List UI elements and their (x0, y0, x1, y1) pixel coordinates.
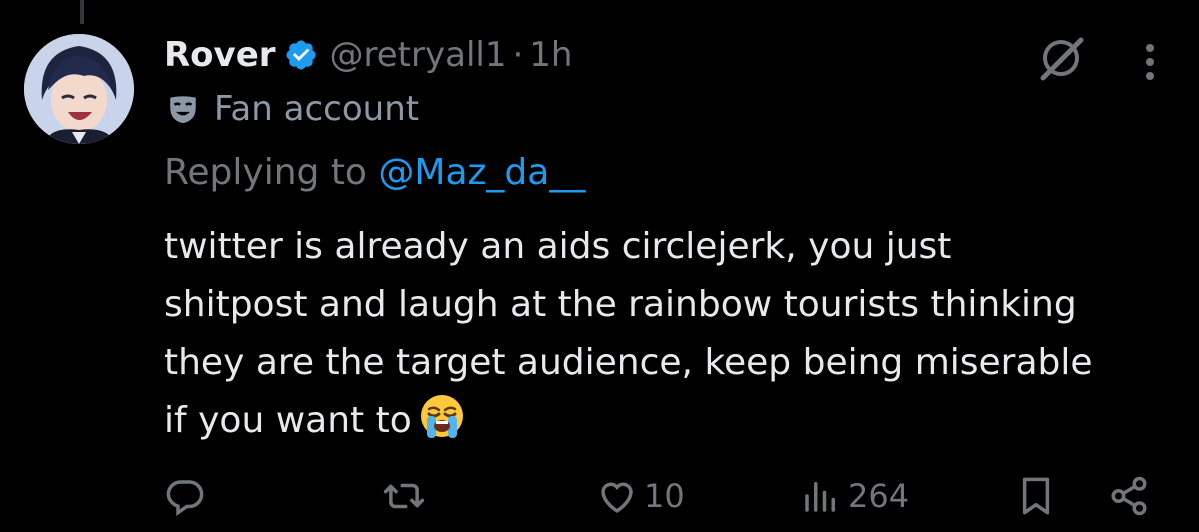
mask-icon (170, 96, 196, 124)
retweet-icon (383, 483, 425, 509)
account-label: Fan account (166, 84, 419, 134)
crying-emoji-icon (420, 395, 463, 438)
reply-button[interactable] (164, 464, 212, 528)
retweet-button[interactable] (383, 464, 431, 528)
share-icon (1111, 476, 1147, 516)
avatar[interactable] (24, 34, 134, 144)
grok-icon[interactable] (1035, 32, 1087, 84)
separator-dot: · (512, 35, 524, 75)
views-button[interactable]: 264 (800, 464, 909, 528)
timestamp[interactable]: 1h (529, 35, 572, 75)
tweet-text-line: if you want to (164, 400, 412, 441)
tweet-text: twitter is already an aids circlejerk, y… (164, 218, 1184, 450)
like-button[interactable]: 10 (596, 464, 685, 528)
tweet-text-line-last: if you want to (164, 392, 1184, 450)
bookmark-button[interactable] (1015, 464, 1057, 528)
tweet-text-line: shitpost and laugh at the rainbow touris… (164, 284, 1077, 325)
tweet-text-line: they are the target audience, keep being… (164, 342, 1093, 383)
thread-line (80, 0, 84, 24)
views-icon (805, 482, 835, 512)
user-handle[interactable]: @retryall1 (330, 35, 507, 75)
tweet-text-line: twitter is already an aids circlejerk, y… (164, 226, 952, 267)
action-bar: 10 264 (0, 464, 1199, 528)
reply-icon (166, 480, 204, 516)
replying-to-prefix: Replying to (164, 152, 379, 193)
bookmark-icon (1022, 477, 1050, 515)
replying-to: Replying to @Maz_da__ (164, 152, 585, 193)
display-name[interactable]: Rover (164, 35, 276, 75)
views-count: 264 (848, 477, 910, 515)
label-text: Fan account (214, 89, 420, 129)
tweet-header: Rover @retryall1 · 1h (164, 30, 572, 80)
like-icon (601, 482, 633, 513)
reply-mention-link[interactable]: @Maz_da__ (378, 152, 585, 193)
more-icon[interactable] (1126, 36, 1174, 84)
share-button[interactable] (1108, 464, 1150, 528)
verified-badge-icon (286, 40, 316, 70)
avatar-image (24, 34, 134, 144)
like-count: 10 (644, 477, 685, 515)
